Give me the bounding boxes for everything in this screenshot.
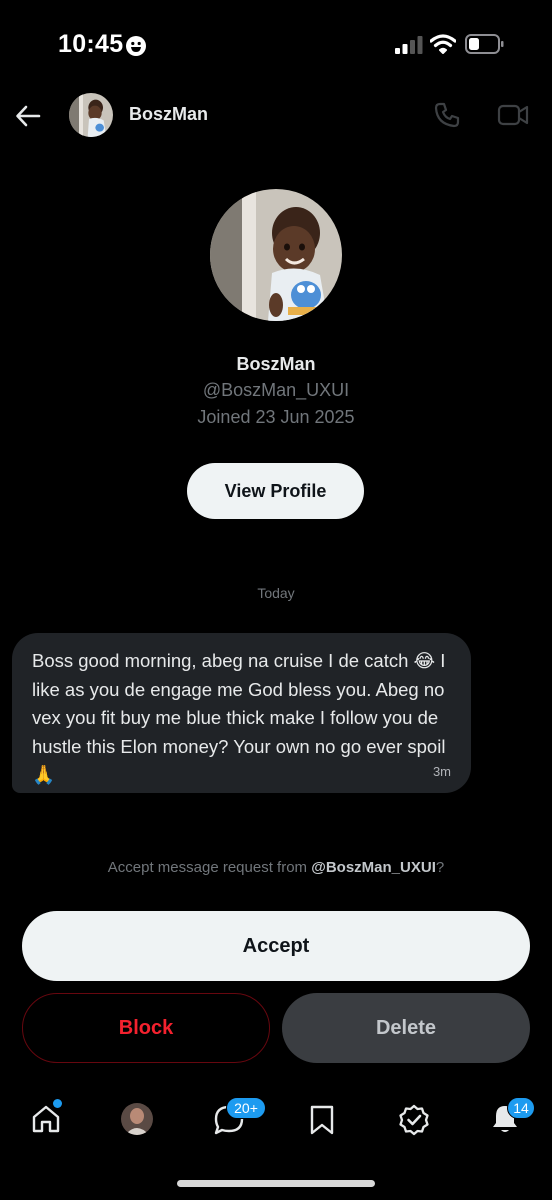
profile-avatar[interactable]	[210, 189, 342, 321]
messages-badge: 20+	[226, 1097, 266, 1119]
nav-messages[interactable]: 20+	[198, 1090, 266, 1150]
profile-name: BoszMan	[236, 354, 316, 374]
nav-verified[interactable]	[384, 1090, 444, 1150]
wifi-icon	[430, 34, 456, 54]
request-prefix: Accept message request from	[107, 859, 312, 876]
status-bar: 10:45	[0, 0, 552, 90]
header-avatar[interactable]	[69, 93, 113, 137]
message-timestamp: 3m	[432, 764, 451, 779]
phone-call-icon[interactable]	[433, 101, 461, 129]
day-separator: Today	[257, 585, 295, 601]
battery-icon	[465, 34, 504, 54]
back-arrow-icon[interactable]	[14, 102, 42, 130]
profile-handle: @BoszMan_UXUI	[202, 380, 350, 400]
header-name[interactable]: BoszMan	[129, 104, 208, 125]
block-button[interactable]: Block	[22, 993, 270, 1063]
status-time: 10:45	[58, 30, 124, 58]
nav-home[interactable]	[16, 1090, 76, 1150]
request-suffix: ?	[435, 859, 445, 876]
message-bubble[interactable]: Boss good morning, abeg na cruise I de c…	[12, 633, 471, 793]
nav-profile[interactable]	[107, 1090, 167, 1150]
accept-button[interactable]: Accept	[22, 911, 530, 981]
bottom-nav: 20+ 14	[0, 1090, 552, 1150]
focus-smiley-icon	[126, 36, 146, 56]
cell-signal-icon	[395, 36, 423, 54]
video-call-icon[interactable]	[497, 102, 529, 128]
request-handle[interactable]: @BoszMan_UXUI	[311, 859, 436, 876]
nav-avatar	[121, 1103, 153, 1135]
dm-request-screen: 10:45 BoszMan BoszMan @BoszMan_UXUI Join…	[0, 0, 552, 1200]
home-icon	[32, 1105, 60, 1133]
nav-notifications[interactable]: 14	[476, 1090, 536, 1150]
message-request-prompt: Accept message request from @BoszMan_UXU…	[0, 859, 552, 876]
verified-badge-icon	[399, 1104, 429, 1136]
delete-button[interactable]: Delete	[282, 993, 530, 1063]
profile-joined-date: Joined 23 Jun 2025	[197, 407, 355, 427]
message-text: Boss good morning, abeg na cruise I de c…	[32, 650, 446, 785]
view-profile-button[interactable]: View Profile	[187, 463, 364, 519]
home-indicator	[177, 1180, 375, 1187]
home-new-dot	[53, 1099, 62, 1108]
bookmark-icon	[310, 1105, 334, 1135]
conversation-header: BoszMan	[0, 90, 552, 142]
nav-bookmarks[interactable]	[292, 1090, 352, 1150]
notifications-badge: 14	[507, 1097, 535, 1119]
